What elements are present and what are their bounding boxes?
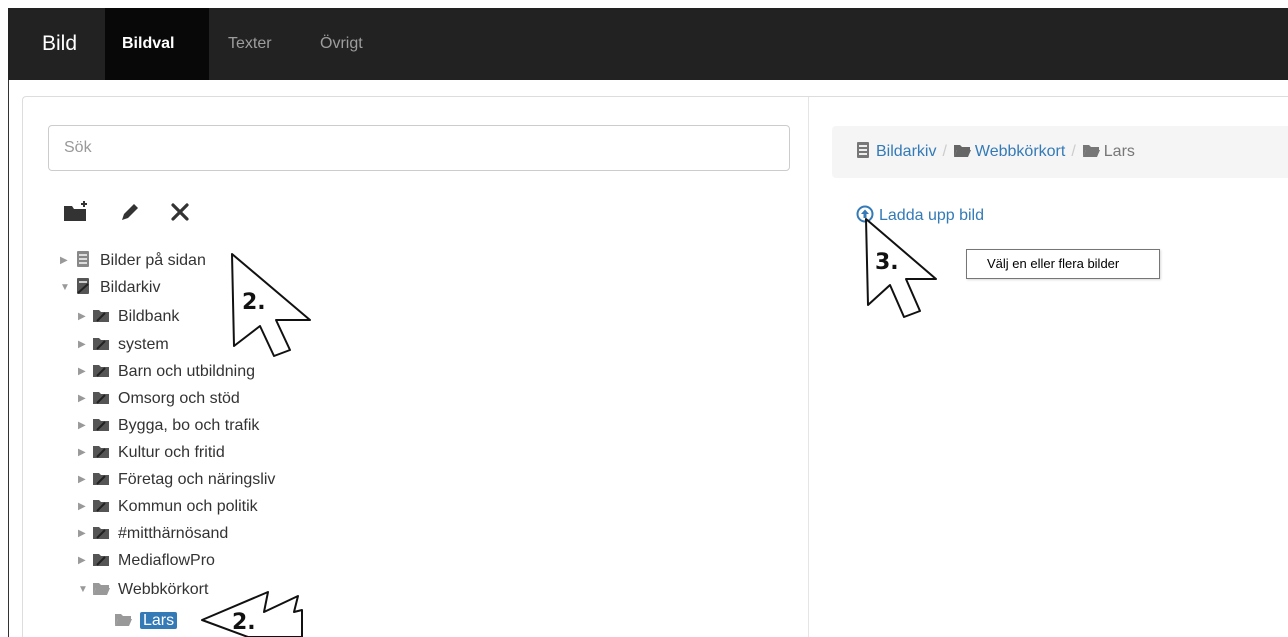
tree-item-bildbank[interactable]: ▶ Bildbank: [78, 305, 179, 329]
pencil-icon: [122, 204, 138, 220]
caret-right-icon[interactable]: ▶: [78, 549, 92, 573]
tree-item-barn-och-utbildning[interactable]: ▶ Barn och utbildning: [78, 360, 255, 384]
upload-tooltip: Välj en eller flera bilder: [966, 249, 1160, 279]
tree-item-mediaflowpro[interactable]: ▶ MediaflowPro: [78, 549, 215, 573]
breadcrumb-separator: /: [942, 143, 947, 160]
caret-right-icon[interactable]: ▶: [60, 249, 74, 273]
caret-right-icon[interactable]: ▶: [78, 495, 92, 519]
tree-item-bygga-bo-och-trafik[interactable]: ▶ Bygga, bo och trafik: [78, 414, 259, 438]
caret-down-icon[interactable]: ▼: [78, 578, 92, 602]
tree-item-bilder-pa-sidan[interactable]: ▶ Bilder på sidan: [60, 249, 206, 273]
cursor-callout-icon: [231, 253, 311, 357]
archive-icon: [77, 278, 89, 294]
tree-item-kultur-och-fritid[interactable]: ▶ Kultur och fritid: [78, 441, 225, 465]
step-2-label: 2.: [232, 610, 256, 635]
tree-item-kommun-och-politik[interactable]: ▶ Kommun och politik: [78, 495, 258, 519]
tree-item-foretag-och-naringsliv[interactable]: ▶ Företag och näringsliv: [78, 468, 275, 492]
rename-button[interactable]: [116, 198, 144, 226]
top-navbar: Bild Bildval Texter Övrigt: [8, 8, 1288, 80]
archive-icon: [857, 142, 869, 158]
caret-right-icon[interactable]: ▶: [78, 414, 92, 438]
step-2-label: 2.: [242, 290, 266, 315]
archive-icon: [77, 251, 89, 267]
caret-right-icon[interactable]: ▶: [78, 305, 92, 329]
close-icon: [171, 203, 189, 221]
folder-open-icon: [953, 145, 971, 157]
folder-open-icon: [1082, 145, 1100, 157]
folder-icon: [93, 446, 109, 458]
folder-icon: [93, 365, 109, 377]
tab-texter[interactable]: Texter: [228, 8, 298, 80]
cursor-callout-icon: [865, 218, 937, 318]
folder-open-icon: [115, 614, 132, 626]
caret-right-icon[interactable]: ▶: [78, 333, 92, 357]
folder-icon: [93, 554, 109, 566]
breadcrumb-item-webbkorkort[interactable]: Webbkörkort: [975, 143, 1065, 160]
tree-item-bildarkiv[interactable]: ▼ Bildarkiv: [60, 276, 160, 300]
tree-item-lars[interactable]: Lars: [114, 609, 178, 633]
caret-down-icon[interactable]: ▼: [60, 276, 74, 300]
delete-button[interactable]: [166, 198, 194, 226]
folder-icon: [93, 310, 109, 322]
tree-item-webbkorkort[interactable]: ▼ Webbkörkort: [78, 578, 208, 602]
folder-icon: [93, 338, 109, 350]
folder-icon: [93, 527, 109, 539]
new-folder-button[interactable]: [62, 198, 90, 226]
caret-right-icon[interactable]: ▶: [78, 441, 92, 465]
column-divider: [808, 97, 809, 637]
navbar-brand[interactable]: Bild: [42, 32, 77, 56]
tree-item-omsorg-och-stod[interactable]: ▶ Omsorg och stöd: [78, 387, 240, 411]
folder-icon: [93, 419, 109, 431]
caret-right-icon[interactable]: ▶: [78, 360, 92, 384]
tab-bildval[interactable]: Bildval: [105, 8, 209, 80]
folder-open-icon: [93, 583, 110, 595]
breadcrumb-item-bildarkiv[interactable]: Bildarkiv: [876, 143, 936, 160]
tab-ovrigt[interactable]: Övrigt: [320, 8, 390, 80]
new-folder-icon: [64, 201, 87, 221]
breadcrumb-item-lars: Lars: [1103, 143, 1135, 160]
folder-icon: [93, 500, 109, 512]
breadcrumb: Bildarkiv / Webbkörkort / Lars: [832, 126, 1288, 178]
tree-item-system[interactable]: ▶ system: [78, 333, 169, 357]
search-input[interactable]: [48, 125, 790, 171]
folder-icon: [93, 392, 109, 404]
breadcrumb-separator: /: [1071, 143, 1076, 160]
folder-icon: [93, 473, 109, 485]
caret-right-icon[interactable]: ▶: [78, 522, 92, 546]
window-border: [8, 80, 9, 637]
step-3-label: 3.: [875, 250, 899, 275]
tree-item-mittharnosand[interactable]: ▶ #mitthärnösand: [78, 522, 228, 546]
caret-right-icon[interactable]: ▶: [78, 387, 92, 411]
caret-right-icon[interactable]: ▶: [78, 468, 92, 492]
